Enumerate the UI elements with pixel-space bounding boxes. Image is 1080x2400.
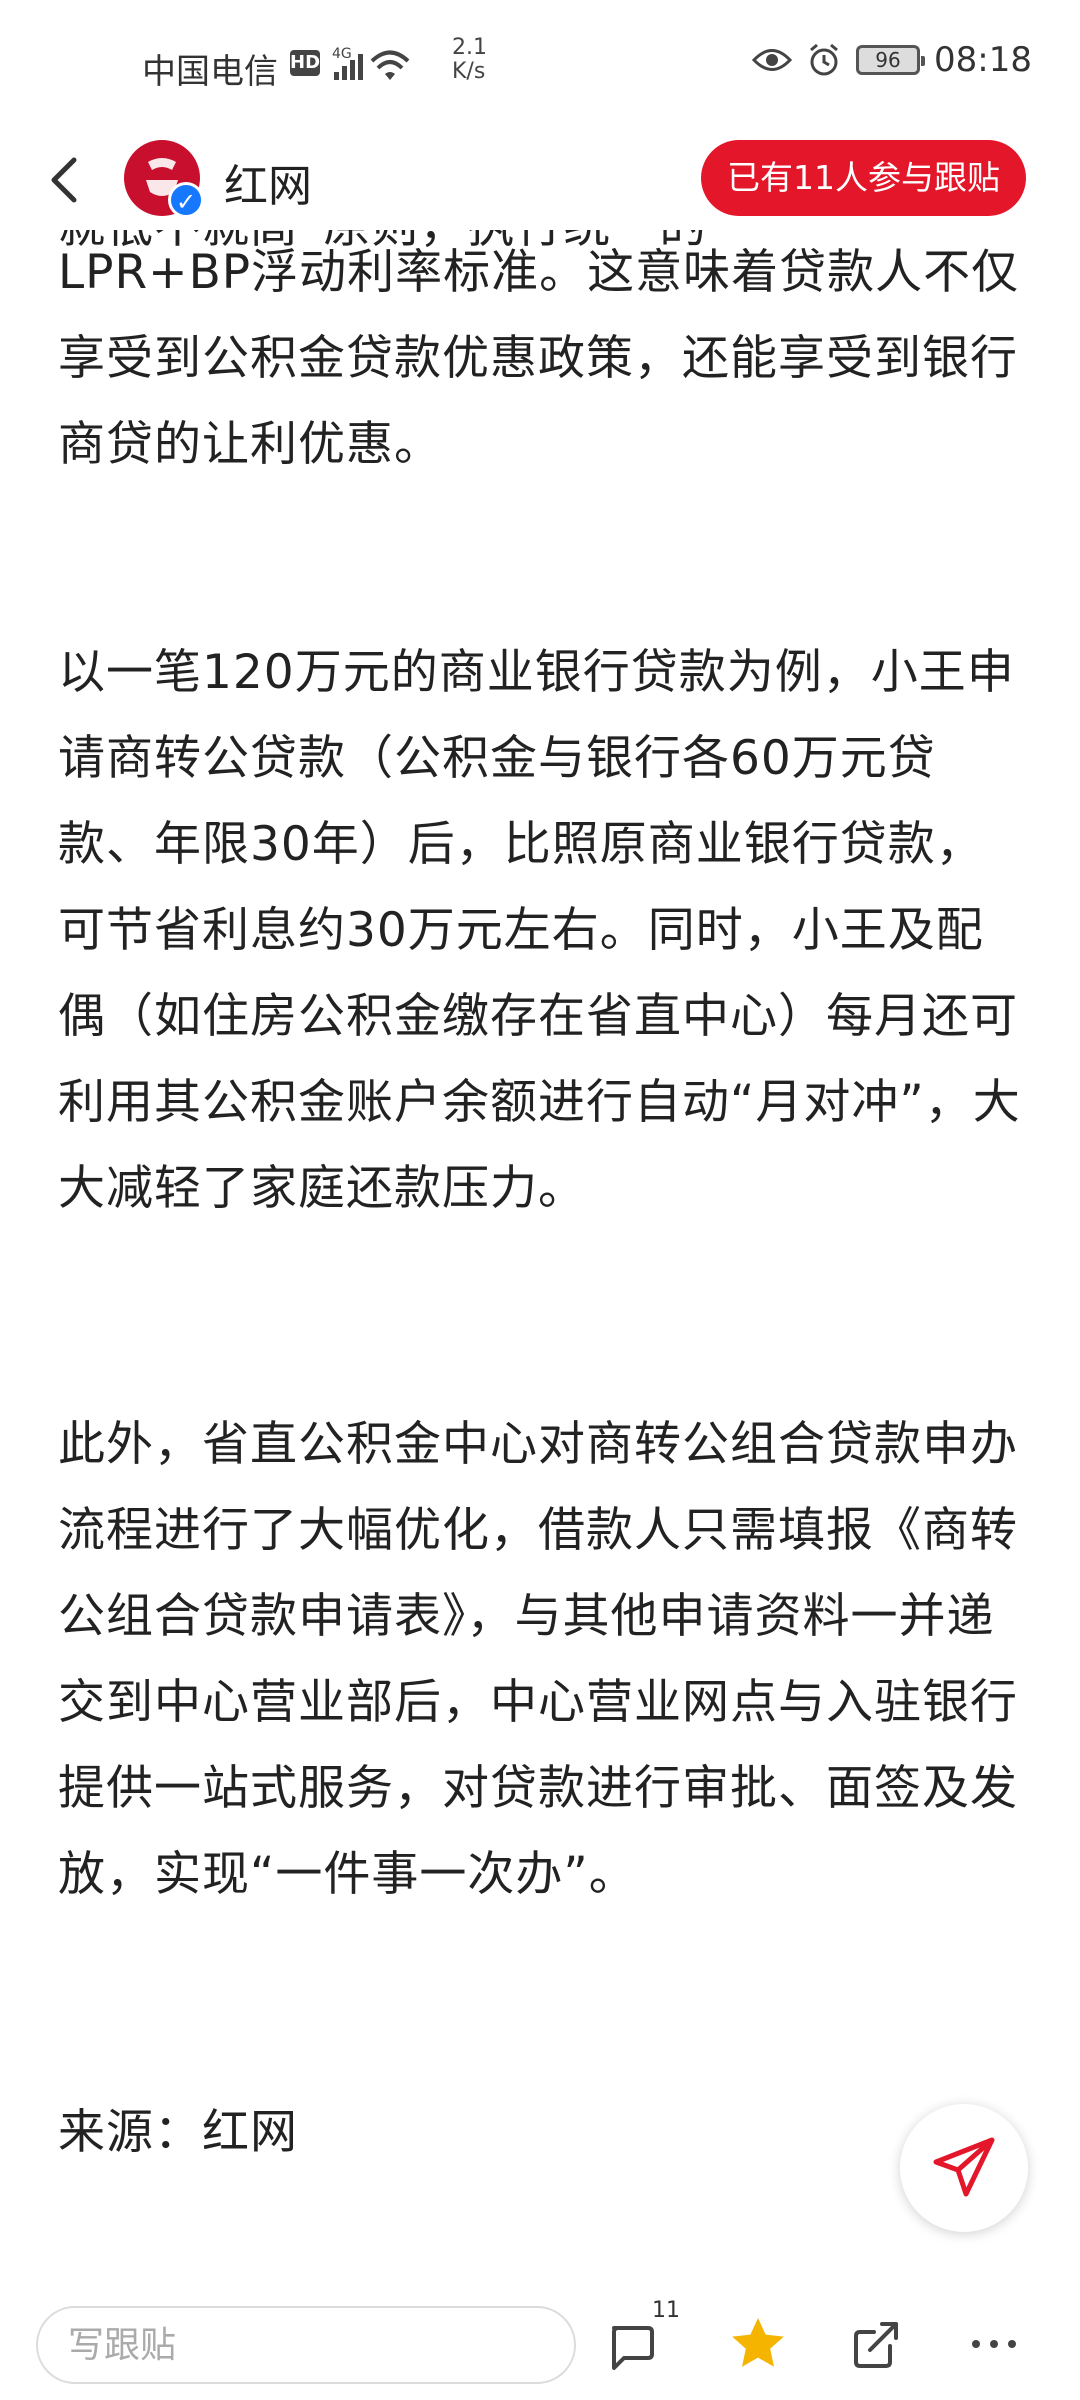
signal-icon: 4G	[332, 46, 410, 80]
article-paragraph-2: 以一笔120万元的商业银行贷款为例，小王申请商转公贷款（公积金与银行各60万元贷…	[58, 645, 1021, 1216]
share-fab-button[interactable]	[900, 2104, 1028, 2232]
carrier-label: 中国电信	[142, 52, 278, 92]
comment-input[interactable]: 写跟贴	[36, 2306, 576, 2384]
battery-icon: 96	[856, 45, 926, 75]
article-paragraph-1: LPR+BP浮动利率标准。这意味着贷款人不仅享受到公积金贷款优惠政策，还能享受到…	[58, 245, 1020, 472]
eye-icon	[752, 49, 793, 71]
bottom-action-bar: 写跟贴 11	[0, 2290, 1080, 2400]
article-source: 来源：红网	[58, 2105, 298, 2160]
back-arrow-icon[interactable]	[36, 150, 96, 210]
source-name[interactable]: 红网	[224, 150, 312, 214]
more-icon[interactable]	[962, 2312, 1026, 2376]
clock: 08:18	[934, 40, 1032, 80]
network-speed-unit: K/s	[452, 59, 486, 84]
alarm-icon	[810, 43, 838, 76]
article-header: ✓ 红网 已有11人参与跟贴	[0, 130, 1080, 230]
network-type-label: 4G	[332, 46, 352, 62]
network-speed-value: 2.1	[452, 35, 487, 60]
follow-comments-button[interactable]: 已有11人参与跟贴	[701, 140, 1026, 216]
network-speed: 2.1 K/s	[452, 36, 487, 84]
battery-level: 96	[875, 48, 901, 72]
article-paragraph-3: 此外，省直公积金中心对商转公组合贷款申办流程进行了大幅优化，借款人只需填报《商转…	[58, 1417, 1018, 1902]
status-bar: 中国电信 HD 4G 2.1 K/s 96 08:18	[0, 0, 1080, 130]
send-icon	[933, 2137, 995, 2197]
comment-count-badge: 11	[652, 2298, 680, 2323]
verified-badge-icon: ✓	[168, 182, 204, 218]
status-right-group: 96 08:18	[752, 40, 1032, 80]
share-icon[interactable]	[844, 2312, 908, 2376]
star-icon[interactable]	[726, 2312, 790, 2376]
article-body: 就低不就高”原则，执行统一的 LPR+BP浮动利率标准。这意味着贷款人不仅享受到…	[58, 230, 1024, 2250]
hd-badge: HD	[290, 50, 320, 76]
